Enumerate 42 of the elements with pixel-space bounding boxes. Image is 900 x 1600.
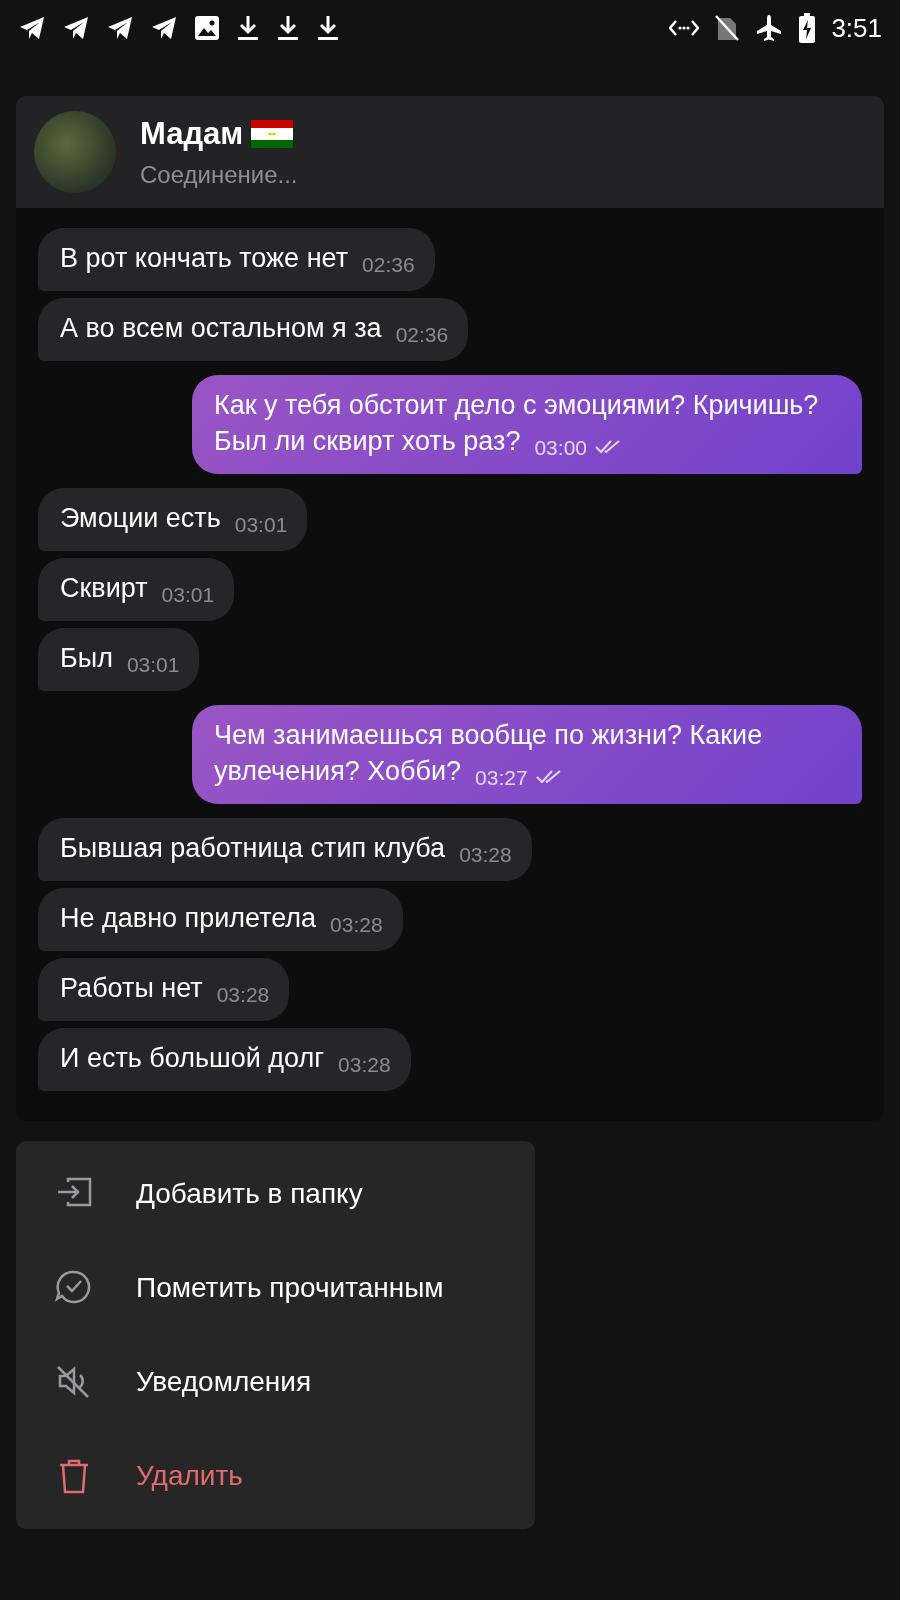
incoming-message: Эмоции есть $_{03:01}$ bbox=[38, 488, 308, 551]
flag-icon bbox=[251, 120, 294, 148]
message-time: 03:28 bbox=[338, 1053, 391, 1076]
paper-plane-icon bbox=[62, 15, 90, 41]
message-time: 03:28 bbox=[459, 843, 512, 866]
download-icon bbox=[236, 14, 260, 42]
battery-charging-icon bbox=[799, 13, 816, 43]
outgoing-message: Как у тебя обстоит дело с эмоциями? Кричишь? Был ли сквирт хоть раз? $_{03:00}$ bbox=[192, 375, 862, 474]
incoming-message: В рот кончать тоже нет $_{02:36}$ bbox=[38, 228, 435, 291]
incoming-message: Бывшая работница стип клуба $_{03:28}$ bbox=[38, 818, 532, 881]
connection-status: Соединение... bbox=[140, 160, 298, 191]
message-time: 02:36 bbox=[362, 253, 415, 276]
incoming-message: Был $_{03:01}$ bbox=[38, 628, 200, 691]
download-icon bbox=[276, 14, 300, 42]
message-time: 03:01 bbox=[126, 653, 180, 676]
message-time: 03:28 bbox=[216, 983, 270, 1006]
download-icon bbox=[316, 14, 340, 42]
incoming-message: Не давно прилетела $_{03:28}$ bbox=[38, 888, 403, 951]
contact-name: Мадам bbox=[140, 114, 244, 153]
paper-plane-icon bbox=[106, 15, 134, 41]
menu-item[interactable]: Удалить bbox=[16, 1429, 535, 1523]
airplane-icon bbox=[755, 14, 784, 42]
data-transfer-icon bbox=[669, 18, 700, 38]
message-time: 03:27 bbox=[475, 766, 528, 789]
incoming-message: А во всем остальном я за $_{02:36}$ bbox=[38, 298, 469, 361]
message-time: 03:00 bbox=[534, 436, 587, 459]
incoming-message: Работы нет $_{03:28}$ bbox=[38, 958, 290, 1021]
message-time: 03:01 bbox=[234, 513, 288, 536]
message-time: 03:28 bbox=[330, 913, 383, 936]
outgoing-message: Чем занимаешься вообще по жизни? Какие увлечения? Хобби? $_{03:27}$ bbox=[192, 705, 862, 804]
paper-plane-icon bbox=[150, 15, 178, 41]
no-sim-icon bbox=[715, 14, 740, 42]
image-icon bbox=[194, 15, 220, 41]
paper-plane-icon bbox=[18, 15, 46, 41]
incoming-message: Сквирт $_{03:01}$ bbox=[38, 558, 235, 621]
menu-item[interactable]: Пометить прочитанным bbox=[16, 1241, 535, 1335]
message-time: 02:36 bbox=[395, 323, 449, 346]
menu-item[interactable]: Добавить в папку bbox=[16, 1147, 535, 1241]
incoming-message: И есть большой долг $_{03:28}$ bbox=[38, 1028, 411, 1091]
message-time: 03:01 bbox=[161, 583, 215, 606]
status-time: 3:51 bbox=[831, 11, 882, 45]
menu-item[interactable]: Уведомления bbox=[16, 1335, 535, 1429]
